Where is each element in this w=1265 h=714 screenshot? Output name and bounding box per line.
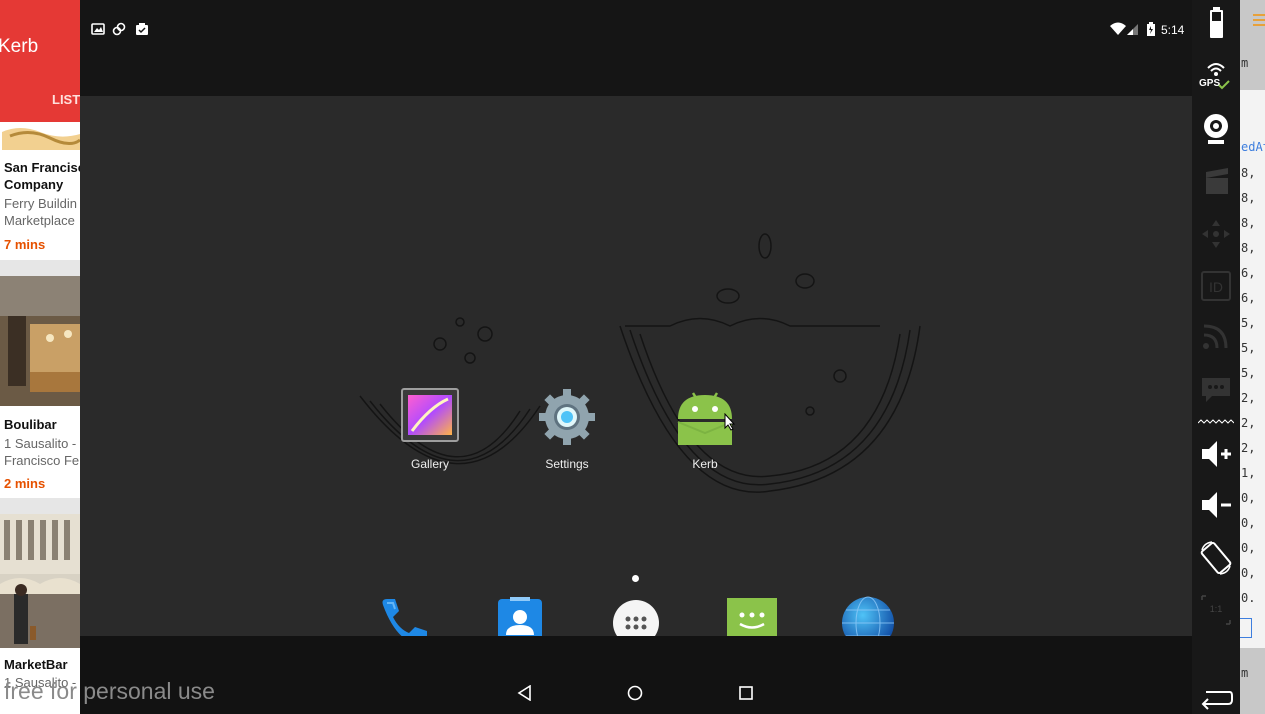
- gallery-icon: [401, 388, 459, 442]
- restaurant-photo: [0, 276, 80, 406]
- divider: [0, 498, 80, 514]
- code-line: 8,: [1241, 241, 1256, 255]
- gps-icon[interactable]: [1198, 60, 1234, 80]
- clipboard-notification-icon: [136, 23, 148, 35]
- mouse-cursor-icon: [724, 413, 736, 431]
- dpad-icon[interactable]: [1198, 216, 1234, 252]
- code-line: 8,: [1241, 216, 1256, 230]
- editor-footer: [1240, 648, 1265, 714]
- svg-text:1:1: 1:1: [1210, 604, 1223, 614]
- code-line: 5,: [1241, 366, 1256, 380]
- code-line: 6,: [1241, 291, 1256, 305]
- clapper-icon[interactable]: [1198, 164, 1234, 200]
- place-name: MarketBar: [4, 657, 68, 672]
- gallery-notification-icon: [91, 23, 105, 35]
- page-indicator: [632, 575, 639, 582]
- scale-icon[interactable]: 1:1: [1198, 592, 1234, 628]
- volume-down-icon[interactable]: [1198, 487, 1234, 523]
- list-item[interactable]: Boulibar 1 Sausalito - Francisco Fe 2 min…: [0, 276, 80, 498]
- watermark-text: free for personal use: [4, 678, 215, 704]
- food-photo: [0, 122, 80, 150]
- code-line: 8,: [1241, 191, 1256, 205]
- rss-icon[interactable]: [1198, 318, 1234, 354]
- code-line: 0,: [1241, 491, 1256, 505]
- svg-text:ID: ID: [1209, 279, 1223, 295]
- code-line: 0,: [1241, 566, 1256, 580]
- kerb-app-preview[interactable]: Kerb LIST San Francisc Company Ferry Buil…: [0, 0, 80, 714]
- place-name: San Francisc Company: [4, 160, 80, 192]
- code-line: m: [1241, 666, 1249, 680]
- code-line: 0,: [1241, 541, 1256, 555]
- clock: 5:14: [1161, 23, 1185, 37]
- gps-label: GPS: [1199, 78, 1221, 89]
- home-screen[interactable]: Gallery Settings Kerb: [80, 96, 1192, 650]
- list-item[interactable]: San Francisc Company Ferry Buildin Marketp…: [0, 122, 80, 260]
- place-name: Boulibar: [4, 417, 57, 432]
- wifi-icon: [1110, 22, 1126, 35]
- status-bar: 5:14: [80, 0, 1192, 96]
- place-address: Ferry Buildin Marketplace: [4, 196, 77, 228]
- code-editor-strip: m edAt 8, 8, 8, 8, 6, 6, 5, 5, 5, 2, 2, …: [1240, 0, 1265, 714]
- code-box: [1240, 618, 1252, 638]
- tab-list[interactable]: LIST: [52, 92, 80, 107]
- code-line: edAt: [1241, 140, 1265, 154]
- id-icon[interactable]: ID: [1198, 268, 1234, 304]
- divider: [0, 260, 80, 276]
- rotate-icon[interactable]: [1198, 540, 1234, 576]
- settings-gear-icon: [539, 389, 595, 445]
- recents-button[interactable]: [739, 686, 753, 700]
- code-line: 6,: [1241, 266, 1256, 280]
- app-label: Settings: [545, 457, 589, 471]
- code-line: 1,: [1241, 466, 1256, 480]
- code-line: 2,: [1241, 441, 1256, 455]
- app-title: Kerb: [0, 36, 39, 57]
- navigation-bar: [80, 636, 1192, 714]
- app-bar: Kerb LIST: [0, 0, 80, 122]
- sync-notification-icon: [112, 22, 126, 36]
- signal-icon: [1127, 24, 1138, 35]
- code-line: 0,: [1241, 516, 1256, 530]
- code-line: 2,: [1241, 416, 1256, 430]
- code-line: 5,: [1241, 316, 1256, 330]
- camera-icon[interactable]: [1198, 110, 1234, 146]
- toolbar-divider: [1198, 419, 1234, 424]
- app-label: Gallery: [410, 457, 449, 471]
- battery-icon: [1147, 22, 1155, 36]
- battery-icon[interactable]: [1198, 4, 1234, 44]
- home-button[interactable]: [627, 685, 643, 701]
- code-line: m: [1241, 56, 1249, 70]
- volume-up-icon[interactable]: [1198, 436, 1234, 472]
- back-button[interactable]: [517, 685, 533, 701]
- sms-icon[interactable]: [1198, 370, 1234, 406]
- emulator-toolbar: GPS ID 1:1: [1192, 0, 1240, 714]
- back-arrow-icon[interactable]: [1198, 686, 1234, 710]
- checkmark-icon: [1218, 80, 1230, 90]
- menu-icon[interactable]: [1253, 14, 1265, 16]
- eta-label: 2 mins: [4, 476, 46, 491]
- eta-label: 7 mins: [4, 237, 46, 252]
- place-address: 1 Sausalito - Francisco Fe: [4, 436, 80, 468]
- street-photo: [0, 514, 80, 648]
- code-line: 8,: [1241, 166, 1256, 180]
- android-screen[interactable]: 5:14 Gallery Settings Kerb: [80, 0, 1192, 714]
- code-line: 0.: [1241, 591, 1256, 605]
- emulator-window: Kerb LIST San Francisc Company Ferry Buil…: [0, 0, 1265, 714]
- code-line: 2,: [1241, 391, 1256, 405]
- code-line: 5,: [1241, 341, 1256, 355]
- app-label: Kerb: [692, 457, 718, 471]
